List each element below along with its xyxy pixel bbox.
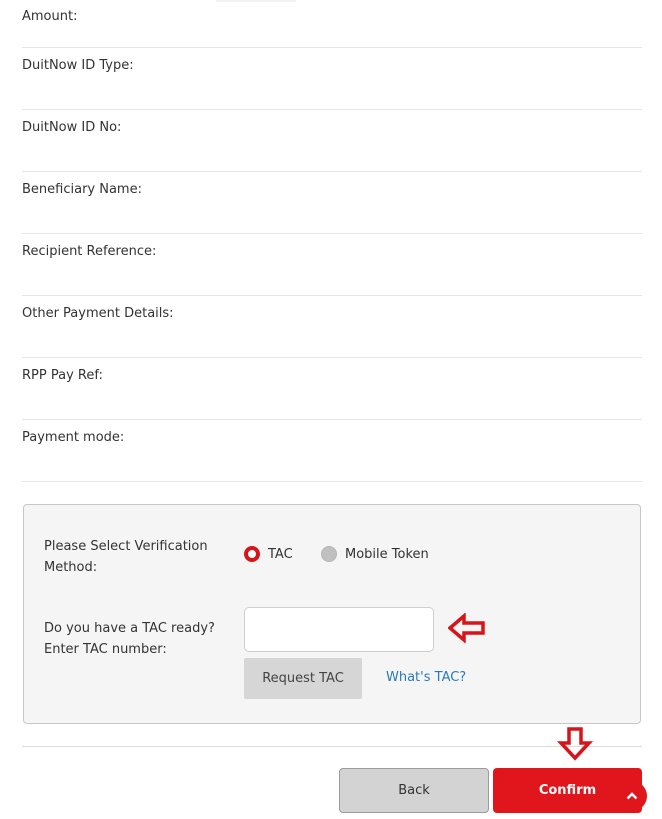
- tac-input[interactable]: [244, 607, 434, 652]
- detail-row-duitnow-id-no: DuitNow ID No:: [22, 110, 642, 172]
- back-button[interactable]: Back: [339, 768, 489, 813]
- detail-row-payment-mode: Payment mode:: [22, 420, 642, 482]
- detail-label: Recipient Reference:: [22, 244, 157, 259]
- annotation-arrow-down-icon: [556, 727, 594, 761]
- radio-unselected-icon[interactable]: [321, 546, 337, 562]
- detail-label: Amount:: [22, 9, 78, 24]
- chevron-up-icon: [626, 792, 638, 800]
- detail-label: RPP Pay Ref:: [22, 368, 103, 383]
- verification-panel: Please Select Verification Method: TAC M…: [23, 504, 641, 724]
- radio-selected-icon[interactable]: [244, 546, 260, 562]
- detail-row-rpp-pay-ref: RPP Pay Ref:: [22, 358, 642, 420]
- tac-question-label: Do you have a TAC ready? Enter TAC numbe…: [44, 618, 215, 660]
- detail-row-duitnow-id-type: DuitNow ID Type:: [22, 48, 642, 110]
- tac-question-line2: Enter TAC number:: [44, 642, 167, 657]
- verification-method-label-line2: Method:: [44, 560, 98, 575]
- detail-label: Beneficiary Name:: [22, 182, 142, 197]
- verification-method-label: Please Select Verification Method:: [44, 536, 208, 578]
- radio-mobile-token-label: Mobile Token: [345, 546, 429, 562]
- radio-tac[interactable]: TAC: [244, 546, 293, 562]
- detail-row-amount: Amount:: [22, 0, 642, 48]
- payment-details-list: Amount: DuitNow ID Type: DuitNow ID No: …: [22, 0, 642, 482]
- detail-label: DuitNow ID No:: [22, 120, 122, 135]
- radio-tac-label: TAC: [268, 546, 293, 562]
- divider: [22, 746, 642, 747]
- detail-label: DuitNow ID Type:: [22, 58, 134, 73]
- detail-label: Payment mode:: [22, 430, 125, 445]
- detail-row-other-payment-details: Other Payment Details:: [22, 296, 642, 358]
- tac-question-line1: Do you have a TAC ready?: [44, 621, 215, 636]
- detail-row-recipient-reference: Recipient Reference:: [22, 234, 642, 296]
- radio-mobile-token[interactable]: Mobile Token: [321, 546, 429, 562]
- request-tac-button[interactable]: Request TAC: [244, 658, 362, 699]
- whats-tac-link[interactable]: What's TAC?: [386, 670, 466, 685]
- detail-label: Other Payment Details:: [22, 306, 174, 321]
- annotation-arrow-left-icon: [448, 613, 485, 643]
- detail-row-beneficiary-name: Beneficiary Name:: [22, 172, 642, 234]
- scroll-to-top-button[interactable]: [617, 781, 647, 811]
- verification-method-label-line1: Please Select Verification: [44, 539, 208, 554]
